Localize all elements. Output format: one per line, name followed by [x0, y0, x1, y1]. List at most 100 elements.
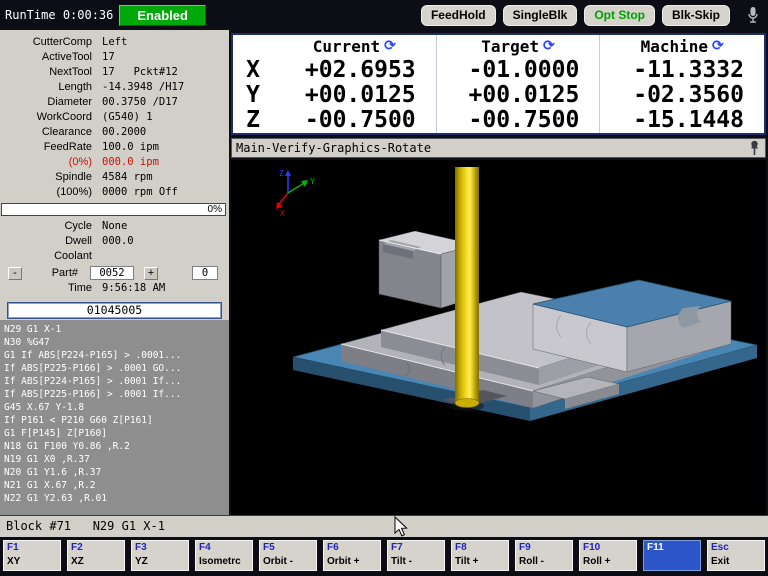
fkey-label: Tilt - [391, 556, 412, 567]
status-value: 4584 rpm [102, 171, 153, 183]
status-value: -14.3948 /H17 [102, 81, 185, 93]
part-increment-button[interactable]: + [144, 266, 158, 280]
status-row-cuttercomp: CutterComp Left [0, 35, 229, 50]
gcode-line: N22 G1 Y2.63 ,R.01 [4, 493, 107, 504]
status-value: 17 [102, 51, 115, 63]
fkey-number: F2 [71, 542, 83, 553]
fkey-label: YZ [135, 556, 148, 567]
fkey-f11[interactable]: F11 [643, 540, 701, 571]
fkey-number: F1 [7, 542, 19, 553]
fkey-f6[interactable]: F6 Orbit + [323, 540, 381, 571]
status-label: Dwell [65, 235, 92, 247]
enabled-badge[interactable]: Enabled [119, 4, 206, 26]
fkey-label: XZ [71, 556, 84, 567]
dro-x-current: +02.6953 [273, 58, 437, 83]
status-label: Coolant [54, 250, 92, 262]
status-row-feed-override: (0%) 000.0 ipm [0, 155, 229, 170]
singleblk-button[interactable]: SingleBlk [502, 4, 578, 26]
microphone-icon [746, 5, 760, 25]
fkey-number: F10 [583, 542, 601, 553]
gcode-line: G45 X.67 Y-1.8 [4, 402, 85, 413]
status-row-nexttool: NextTool 17 Pckt#12 [0, 65, 229, 80]
graphics-viewport: Z Y X [231, 160, 766, 515]
gcode-line: N21 G1 X.67 ,R.2 [4, 480, 96, 491]
fkey-label: Roll - [519, 556, 544, 567]
machining-3d-view: Z Y X [276, 167, 758, 421]
dro-header-target: Target ⟳ [437, 35, 601, 58]
spindle-load-value: 0% [207, 204, 222, 215]
fkey-f4[interactable]: F4 Isometrc [195, 540, 253, 571]
pin-icon[interactable] [749, 140, 760, 156]
status-label: Cycle [64, 220, 92, 232]
fkey-f9[interactable]: F9 Roll - [515, 540, 573, 571]
dro-axis-y: Y [246, 82, 260, 108]
dro-header-machine: Machine ⟳ [600, 35, 764, 58]
runtime-text: RunTime 0:00:36 [5, 8, 113, 22]
gcode-line: If ABS[P224-P165] > .0001 If... [4, 376, 182, 387]
part-count-box: 0 [192, 266, 218, 280]
fkey-f3[interactable]: F3 YZ [131, 540, 189, 571]
fkey-number: F5 [263, 542, 275, 553]
dro-header-current: Current ⟳ [273, 35, 437, 58]
status-row-workcoord: WorkCoord (G540) 1 [0, 110, 229, 125]
status-value: 000.0 ipm [102, 156, 159, 168]
fkey-f2[interactable]: F2 XZ [67, 540, 125, 571]
refresh-icon[interactable]: ⟳ [543, 38, 555, 54]
feedhold-button[interactable]: FeedHold [420, 4, 496, 26]
gcode-line: If ABS[P225-P166] > .0001 If... [4, 389, 182, 400]
dro-x-target: -01.0000 [437, 58, 601, 83]
gcode-line: N19 G1 X0 ,R.37 [4, 454, 90, 465]
part-number-box: 0052 [90, 266, 134, 280]
status-label: (0%) [68, 156, 92, 168]
gcode-line: G1 If ABS[P224-P165] > .0001... [4, 350, 182, 361]
status-row-spindle: Spindle 4584 rpm [0, 170, 229, 185]
gcode-line: If P161 < P210 G60 Z[P161] [4, 415, 153, 426]
fkey-f1[interactable]: F1 XY [3, 540, 61, 571]
status-label: Spindle [55, 171, 92, 183]
dro-corner-cell [233, 35, 273, 58]
tool-cylinder [454, 167, 480, 408]
status-row-cycle: Cycle None [0, 219, 229, 234]
refresh-icon[interactable]: ⟳ [712, 38, 724, 54]
gcode-line: If ABS[P225-P166] > .0001 GO... [4, 363, 182, 374]
fkey-number: F6 [327, 542, 339, 553]
status-value: 000.0 [102, 235, 134, 247]
fkey-label: XY [7, 556, 21, 567]
cnc-control-screen: RunTime 0:00:36 Enabled FeedHold SingleB… [0, 0, 768, 576]
fkey-number: Esc [711, 542, 729, 553]
dro-header-label: Target [481, 37, 540, 56]
fkey-f10[interactable]: F10 Roll + [579, 540, 637, 571]
fkey-f8[interactable]: F8 Tilt + [451, 540, 509, 571]
mouse-cursor-icon [394, 515, 408, 542]
fkey-number: F8 [455, 542, 467, 553]
blkskip-button[interactable]: Blk-Skip [661, 4, 730, 26]
status-value: 0000 rpm Off [102, 186, 178, 198]
status-value: 100.0 ipm [102, 141, 159, 153]
fkey-f7[interactable]: F7 Tilt - [387, 540, 445, 571]
status-value: 9:56:18 AM [102, 282, 166, 294]
optstop-button[interactable]: Opt Stop [584, 4, 655, 26]
fkey-number: F11 [647, 542, 664, 553]
status-row-activetool: ActiveTool 17 [0, 50, 229, 65]
spindle-load-bar: 0% [1, 203, 226, 216]
fkey-f5[interactable]: F5 Orbit - [259, 540, 317, 571]
status-rows: CutterComp Left ActiveTool 17 NextTool 17 P… [0, 30, 229, 200]
dro-z-target: -00.7500 [437, 108, 601, 133]
dro-y-current: +00.0125 [273, 83, 437, 108]
fkey-label: Roll + [583, 556, 611, 567]
fkey-label: Orbit - [263, 556, 293, 567]
status-label: Time [67, 282, 92, 294]
status-label: ActiveTool [41, 51, 92, 63]
refresh-icon[interactable]: ⟳ [384, 38, 396, 54]
part-counter-row: - Part# 0052 + 0 [0, 265, 229, 281]
dro-y-machine: -02.3560 [633, 82, 744, 108]
dro-y-target: +00.0125 [437, 83, 601, 108]
status-row-diameter: Diameter 00.3750 /D17 [0, 95, 229, 110]
status-value: None [102, 220, 128, 232]
program-name-box: 01045005 [7, 302, 222, 319]
part-decrement-button[interactable]: - [8, 266, 22, 280]
status-label: Diameter [47, 96, 92, 108]
fkey-esc[interactable]: Esc Exit [707, 540, 765, 571]
fkey-label: Tilt + [455, 556, 479, 567]
axis-label-y: Y [310, 177, 315, 186]
